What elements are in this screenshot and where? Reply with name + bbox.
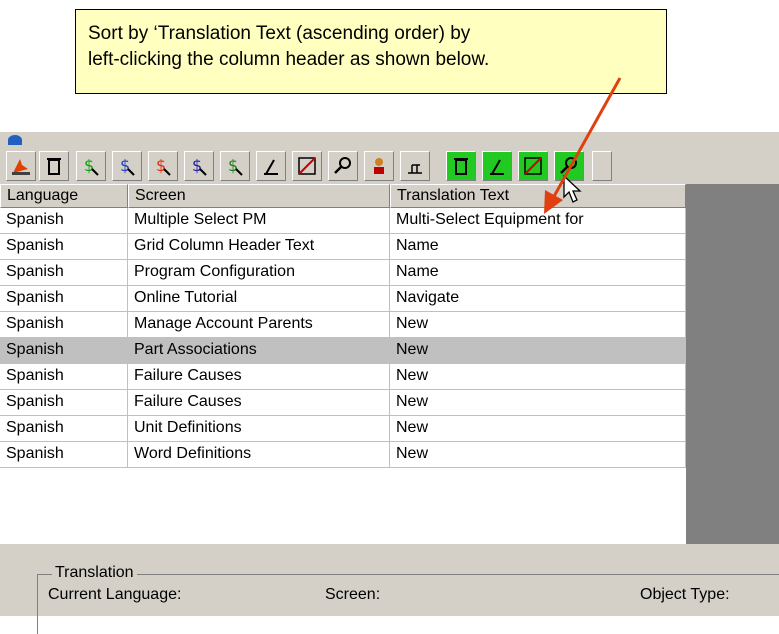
dollar-blue2-icon[interactable]: $	[184, 151, 214, 181]
cell-language: Spanish	[0, 234, 128, 260]
app-icon	[8, 135, 22, 145]
grid-empty-area	[686, 184, 779, 544]
cell-screen: Manage Account Parents	[128, 312, 390, 338]
table-row[interactable]: Spanish Multiple Select PM Multi-Select …	[0, 208, 686, 234]
object-type-label: Object Type:	[640, 586, 730, 603]
title-bar	[0, 132, 779, 148]
cell-screen: Grid Column Header Text	[128, 234, 390, 260]
cell-screen: Online Tutorial	[128, 286, 390, 312]
table-row[interactable]: Spanish Failure Causes New	[0, 364, 686, 390]
cell-translation-text: Multi-Select Equipment for	[390, 208, 686, 234]
person-icon[interactable]	[364, 151, 394, 181]
cell-translation-text: New	[390, 416, 686, 442]
cell-language: Spanish	[0, 442, 128, 468]
cell-translation-text: New	[390, 338, 686, 364]
groupbox-title: Translation	[52, 564, 137, 582]
table-row[interactable]: Spanish Unit Definitions New	[0, 416, 686, 442]
cell-screen: Multiple Select PM	[128, 208, 390, 234]
svg-text:$: $	[120, 156, 130, 175]
column-header-language[interactable]: Language	[0, 184, 128, 208]
cell-language: Spanish	[0, 416, 128, 442]
cell-language: Spanish	[0, 208, 128, 234]
cell-screen: Word Definitions	[128, 442, 390, 468]
table-row-selected[interactable]: Spanish Part Associations New	[0, 338, 686, 364]
cell-translation-text: Navigate	[390, 286, 686, 312]
svg-text:$: $	[156, 156, 166, 175]
cell-screen: Failure Causes	[128, 390, 390, 416]
trash-icon[interactable]	[39, 151, 69, 181]
angle-green-icon[interactable]	[482, 151, 512, 181]
current-language-label: Current Language:	[48, 586, 182, 603]
svg-text:$: $	[84, 156, 94, 175]
dollar-blue-icon[interactable]: $	[112, 151, 142, 181]
callout-line-2: left-clicking the column header as shown…	[88, 49, 490, 70]
callout-line-1: Sort by ‘Translation Text (ascending ord…	[88, 23, 471, 44]
mouse-cursor-icon	[563, 175, 582, 203]
area-icon[interactable]	[292, 151, 322, 181]
table-row[interactable]: Spanish Program Configuration Name	[0, 260, 686, 286]
cell-translation-text: New	[390, 442, 686, 468]
screen-label: Screen:	[325, 586, 381, 603]
svg-text:$: $	[192, 156, 202, 175]
cell-language: Spanish	[0, 364, 128, 390]
table-row[interactable]: Spanish Online Tutorial Navigate	[0, 286, 686, 312]
area-green-icon[interactable]	[518, 151, 548, 181]
table-row[interactable]: Spanish Manage Account Parents New	[0, 312, 686, 338]
column-header-translation-text[interactable]: Translation Text	[390, 184, 686, 208]
cell-translation-text: New	[390, 390, 686, 416]
cell-language: Spanish	[0, 260, 128, 286]
table-row[interactable]: Spanish Grid Column Header Text Name	[0, 234, 686, 260]
dollar-red-icon[interactable]: $	[148, 151, 178, 181]
cell-translation-text: Name	[390, 234, 686, 260]
toolbar-overflow-button[interactable]	[592, 151, 612, 181]
cell-translation-text: New	[390, 312, 686, 338]
table-row-partial[interactable]: Spanish Word Definitions New	[0, 442, 686, 468]
cell-screen: Failure Causes	[128, 364, 390, 390]
translation-groupbox	[37, 574, 779, 634]
cell-language: Spanish	[0, 390, 128, 416]
dollar-green-icon[interactable]: $	[76, 151, 106, 181]
key-search-icon[interactable]	[328, 151, 358, 181]
table-row[interactable]: Spanish Failure Causes New	[0, 390, 686, 416]
translation-panel: Translation Current Language: Screen: Ob…	[0, 544, 779, 634]
angle-icon[interactable]	[256, 151, 286, 181]
toolbar: $ $ $ $ $	[0, 148, 779, 184]
trash-green-icon[interactable]	[446, 151, 476, 181]
cell-screen: Part Associations	[128, 338, 390, 364]
grid-icon[interactable]	[400, 151, 430, 181]
column-header-screen[interactable]: Screen	[128, 184, 390, 208]
dollar-check-icon[interactable]: $	[220, 151, 250, 181]
translation-grid: Language Screen Translation Text Spanish…	[0, 184, 686, 544]
cell-language: Spanish	[0, 312, 128, 338]
cell-language: Spanish	[0, 286, 128, 312]
flame-icon[interactable]	[6, 151, 36, 181]
instruction-callout: Sort by ‘Translation Text (ascending ord…	[75, 9, 667, 94]
cell-language: Spanish	[0, 338, 128, 364]
cell-screen: Unit Definitions	[128, 416, 390, 442]
application-window: $ $ $ $ $ Language Screen Translation Te…	[0, 132, 779, 634]
cell-translation-text: Name	[390, 260, 686, 286]
cell-screen: Program Configuration	[128, 260, 390, 286]
svg-text:$: $	[228, 156, 238, 175]
cell-translation-text: New	[390, 364, 686, 390]
